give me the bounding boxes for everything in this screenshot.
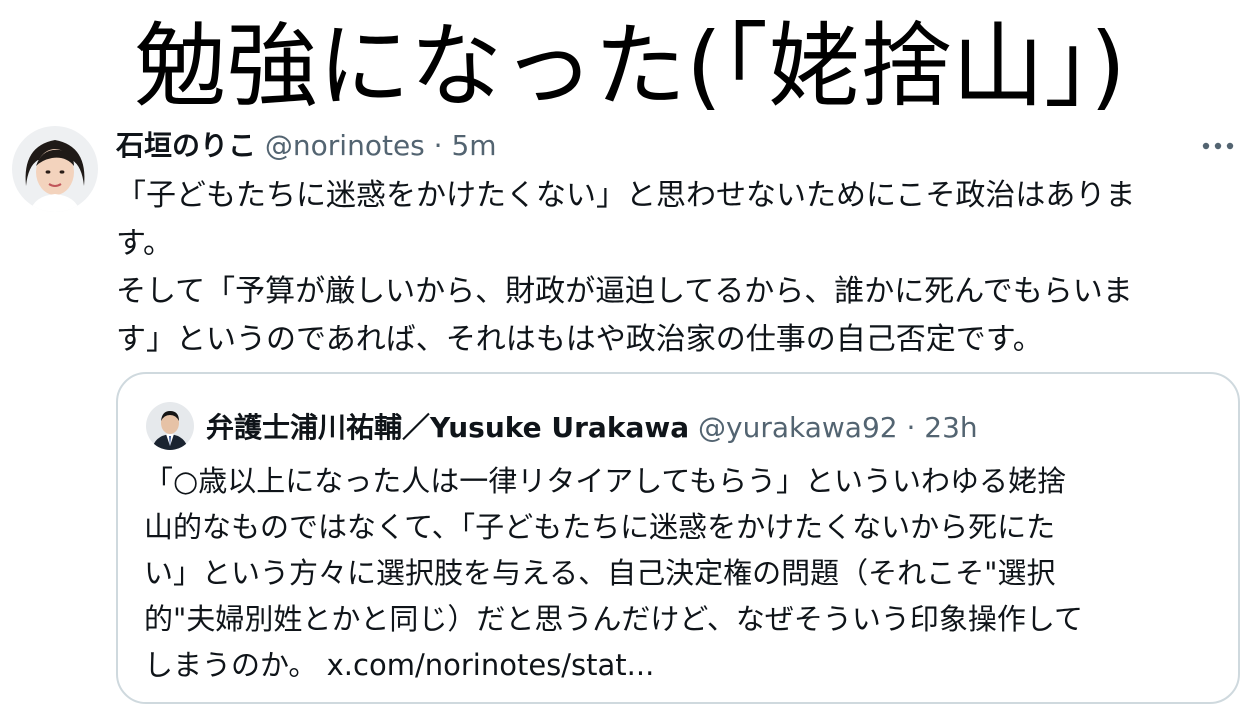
tweet-text-line: す」というのであれば、それはもはや政治家の仕事の自己否定です。 xyxy=(116,322,1043,357)
tweet-header: 石垣のりこ @norinotes · 5m xyxy=(116,126,497,166)
quoted-tweet-text: 「○歳以上になった人は一律リタイアしてもらう」といういわゆる姥捨 山的なものでは… xyxy=(144,458,1216,688)
tweet-text-line: 「子どもたちに迷惑をかけたくない」と思わせないためにこそ政治はありま xyxy=(116,178,1136,213)
tweet-text-line: そして「予算が厳しいから、財政が逼迫してるから、誰かに死んでもらいま xyxy=(116,274,1133,309)
quoted-text-line: 「○歳以上になった人は一律リタイアしてもらう」といういわゆる姥捨 xyxy=(144,464,1066,498)
tweet-text-line: す。 xyxy=(116,226,173,261)
quoted-tweet-header: 弁護士浦川祐輔／Yusuke Urakawa @yurakawa92 · 23h xyxy=(206,406,978,450)
author-avatar[interactable] xyxy=(12,126,98,212)
quoted-author-handle[interactable]: @yurakawa92 xyxy=(698,411,898,444)
tweet-text: 「子どもたちに迷惑をかけたくない」と思わせないためにこそ政治はありま す。 そし… xyxy=(116,172,1234,364)
quoted-tweet-card[interactable]: 弁護士浦川祐輔／Yusuke Urakawa @yurakawa92 · 23h… xyxy=(116,372,1240,704)
author-display-name[interactable]: 石垣のりこ xyxy=(116,129,256,162)
author-handle[interactable]: @norinotes xyxy=(265,129,425,162)
quoted-author-display-name[interactable]: 弁護士浦川祐輔／Yusuke Urakawa xyxy=(206,411,689,444)
more-horizontal-icon[interactable] xyxy=(1198,130,1238,162)
quoted-author-avatar[interactable] xyxy=(146,402,194,450)
tweet-timestamp[interactable]: 5m xyxy=(451,129,496,162)
quoted-text-line: 的"夫婦別姓とかと同じ）だと思うんだけど、なぜそういう印象操作して xyxy=(144,602,1084,636)
quoted-text-line: しまうのか。 x.com/norinotes/stat... xyxy=(144,648,655,682)
header-separator: · xyxy=(433,129,443,162)
quoted-text-line: 山的なものではなくて、「子どもたちに迷惑をかけたくないから死にた xyxy=(144,510,1056,544)
quoted-text-line: い」という方々に選択肢を与える、自己決定権の問題（それこそ"選択 xyxy=(144,556,1056,590)
quoted-tweet-timestamp[interactable]: 23h xyxy=(924,411,977,444)
headline-caption: 勉強になった(「姥捨山」) xyxy=(134,13,1126,120)
quoted-header-separator: · xyxy=(906,411,916,444)
